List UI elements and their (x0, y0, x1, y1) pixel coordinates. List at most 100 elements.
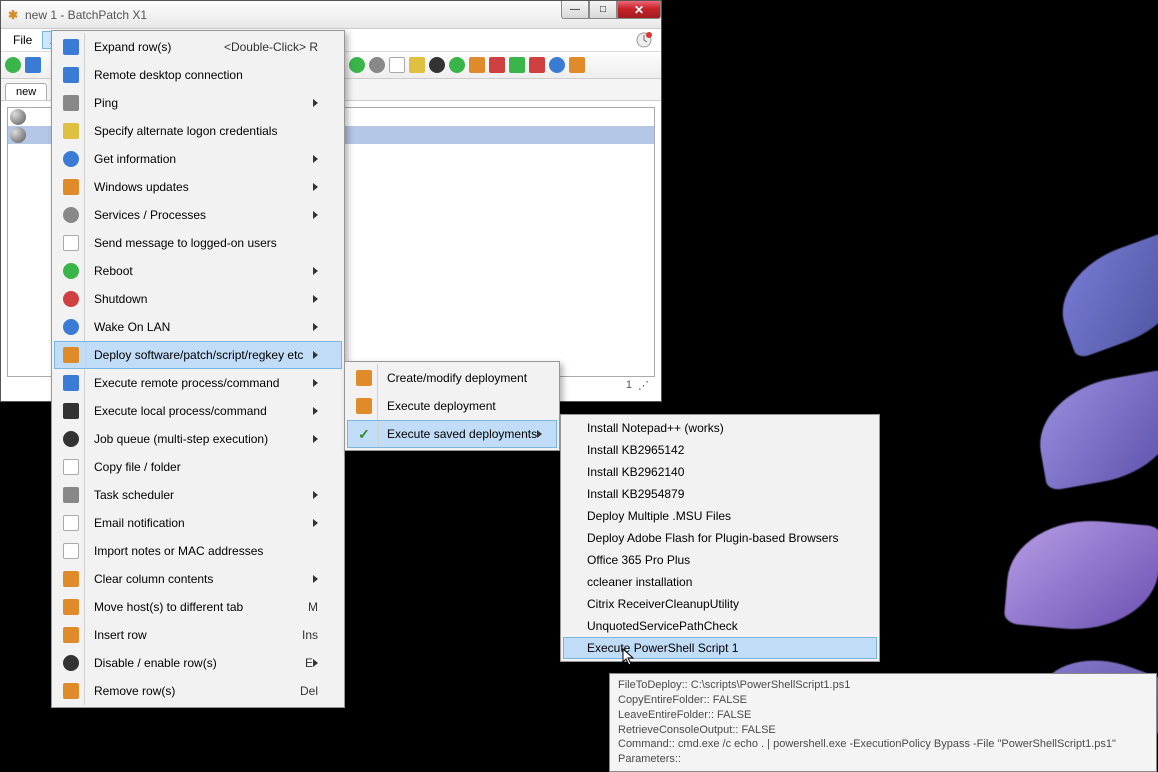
menu-item[interactable]: Expand row(s)<Double-Click> R (54, 33, 342, 61)
toolbar-icon[interactable] (509, 57, 525, 73)
host-icon (10, 109, 26, 125)
toolbar-icon[interactable] (469, 57, 485, 73)
menu-item-label: ccleaner installation (577, 575, 853, 589)
menu-item[interactable]: Shutdown (54, 285, 342, 313)
menu-item-label: Insert row (84, 628, 282, 642)
toolbar-icon[interactable] (529, 57, 545, 73)
menu-item[interactable]: ✓Execute saved deployments (347, 420, 557, 448)
menu-item-label: Deploy Multiple .MSU Files (577, 509, 853, 523)
menu-item-label: Execute remote process/command (84, 376, 313, 390)
queue-icon (63, 431, 79, 447)
toolbar-icon[interactable] (549, 57, 565, 73)
menu-item[interactable]: Copy file / folder (54, 453, 342, 481)
toolbar-icon[interactable] (25, 57, 41, 73)
toolbar-icon[interactable] (409, 57, 425, 73)
menu-item[interactable]: Remote desktop connection (54, 61, 342, 89)
menu-item[interactable]: Services / Processes (54, 201, 342, 229)
deploy-submenu: Create/modify deployment Execute deployme… (344, 361, 560, 451)
toolbar-icon[interactable] (349, 57, 365, 73)
saved-deployments-submenu: Install Notepad++ (works)Install KB29651… (560, 414, 880, 662)
menu-item[interactable]: Job queue (multi-step execution) (54, 425, 342, 453)
menu-item[interactable]: Deploy Multiple .MSU Files (563, 505, 877, 527)
deploy-icon (63, 347, 79, 363)
menu-item[interactable]: Execute deployment (347, 392, 557, 420)
menu-item[interactable]: Deploy software/patch/script/regkey etc (54, 341, 342, 369)
menu-item-label: Install KB2954879 (577, 487, 853, 501)
toolbar-icon[interactable] (389, 57, 405, 73)
menu-item-label: Wake On LAN (84, 320, 313, 334)
submenu-arrow-icon (313, 295, 318, 303)
menu-item-label: Office 365 Pro Plus (577, 553, 853, 567)
toolbar-icon[interactable] (369, 57, 385, 73)
toolbar-icon[interactable] (449, 57, 465, 73)
menu-item-label: Execute deployment (377, 399, 533, 413)
menu-file[interactable]: File (5, 31, 40, 49)
maximize-button[interactable]: □ (589, 1, 617, 19)
submenu-arrow-icon (313, 155, 318, 163)
scheduler-icon (63, 487, 79, 503)
submenu-arrow-icon (313, 659, 318, 667)
submenu-arrow-icon (313, 351, 318, 359)
menu-item[interactable]: Office 365 Pro Plus (563, 549, 877, 571)
menu-item[interactable]: Insert rowIns (54, 621, 342, 649)
menu-item[interactable]: Task scheduler (54, 481, 342, 509)
menu-item[interactable]: Execute remote process/command (54, 369, 342, 397)
menu-item[interactable]: Execute PowerShell Script 1 (563, 637, 877, 659)
email-icon (63, 515, 79, 531)
expand-icon (63, 39, 79, 55)
menu-item[interactable]: Move host(s) to different tabM (54, 593, 342, 621)
window-title: new 1 - BatchPatch X1 (25, 8, 147, 22)
menu-item[interactable]: Windows updates (54, 173, 342, 201)
submenu-arrow-icon (313, 407, 318, 415)
menu-item-label: Email notification (84, 516, 313, 530)
clock-icon[interactable] (635, 31, 653, 49)
menu-item[interactable]: Clear column contents (54, 565, 342, 593)
menu-item[interactable]: Wake On LAN (54, 313, 342, 341)
menu-item[interactable]: Reboot (54, 257, 342, 285)
menu-item[interactable]: Install KB2962140 (563, 461, 877, 483)
menu-item-label: Specify alternate logon credentials (84, 124, 318, 138)
check-icon: ✓ (356, 426, 372, 442)
resize-grip-icon[interactable]: ⋰ (638, 379, 649, 392)
submenu-arrow-icon (313, 519, 318, 527)
menu-item[interactable]: UnquotedServicePathCheck (563, 615, 877, 637)
rdp-icon (63, 67, 79, 83)
menu-item[interactable]: Import notes or MAC addresses (54, 537, 342, 565)
menu-item[interactable]: Ping (54, 89, 342, 117)
menu-item[interactable]: Specify alternate logon credentials (54, 117, 342, 145)
menu-item[interactable]: Install KB2954879 (563, 483, 877, 505)
actions-menu: Expand row(s)<Double-Click> RRemote desk… (51, 30, 345, 708)
menu-item[interactable]: Deploy Adobe Flash for Plugin-based Brow… (563, 527, 877, 549)
tooltip-line: CopyEntireFolder:: FALSE (618, 693, 1148, 708)
menu-item[interactable]: Email notification (54, 509, 342, 537)
submenu-arrow-icon (313, 211, 318, 219)
submenu-arrow-icon (313, 99, 318, 107)
ping-icon (63, 95, 79, 111)
menu-item-label: Citrix ReceiverCleanupUtility (577, 597, 853, 611)
menu-item[interactable]: Disable / enable row(s)E (54, 649, 342, 677)
titlebar[interactable]: ✱ new 1 - BatchPatch X1 — □ ✕ (1, 1, 661, 29)
menu-item[interactable]: Execute local process/command (54, 397, 342, 425)
reboot-icon (63, 263, 79, 279)
submenu-arrow-icon (313, 491, 318, 499)
toolbar-icon[interactable] (569, 57, 585, 73)
tab-new[interactable]: new (5, 83, 47, 100)
menu-item[interactable]: Send message to logged-on users (54, 229, 342, 257)
close-button[interactable]: ✕ (617, 1, 661, 19)
minimize-button[interactable]: — (561, 1, 589, 19)
menu-item[interactable]: Citrix ReceiverCleanupUtility (563, 593, 877, 615)
toolbar-icon[interactable] (429, 57, 445, 73)
toolbar-icon[interactable] (5, 57, 21, 73)
menu-item[interactable]: ccleaner installation (563, 571, 877, 593)
menu-item[interactable]: Get information (54, 145, 342, 173)
menu-item[interactable]: Create/modify deployment (347, 364, 557, 392)
globe-icon (63, 319, 79, 335)
menu-item[interactable]: Install Notepad++ (works) (563, 417, 877, 439)
tooltip-line: FileToDeploy:: C:\scripts\PowerShellScri… (618, 678, 1148, 693)
local-exec-icon (63, 403, 79, 419)
clear-icon (63, 571, 79, 587)
menu-item[interactable]: Remove row(s)Del (54, 677, 342, 705)
tooltip-line: LeaveEntireFolder:: FALSE (618, 708, 1148, 723)
toolbar-icon[interactable] (489, 57, 505, 73)
menu-item[interactable]: Install KB2965142 (563, 439, 877, 461)
